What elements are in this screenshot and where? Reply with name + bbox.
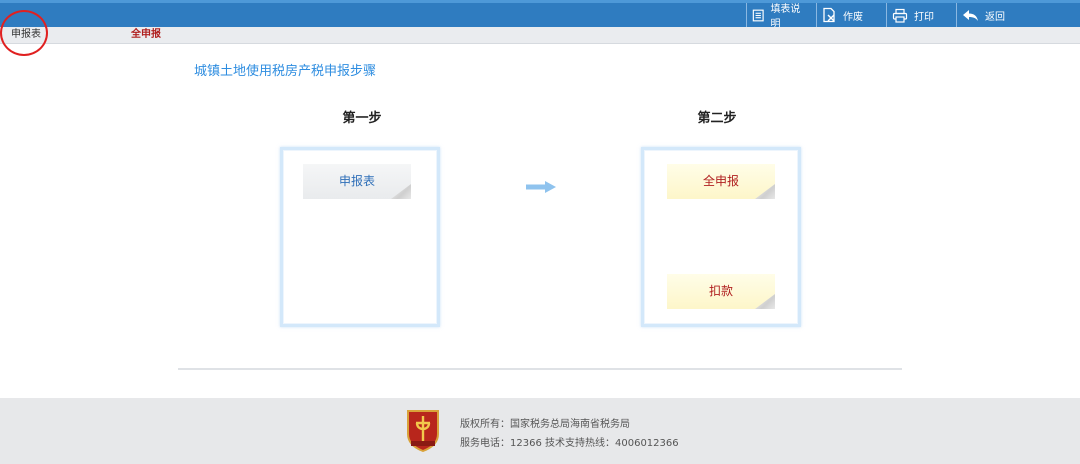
top-toolbar: 填表说明 作废 打印 返回	[0, 0, 1080, 30]
print-label: 打印	[914, 11, 934, 23]
back-label: 返回	[985, 11, 1005, 23]
step2-title: 第二步	[697, 111, 737, 126]
print-button[interactable]: 打印	[886, 3, 956, 27]
step1-title: 第一步	[342, 111, 382, 126]
back-button[interactable]: 返回	[956, 3, 1080, 27]
printer-icon	[892, 8, 908, 23]
right-arrow-icon	[526, 181, 556, 193]
page-title: 城镇土地使用税房产税申报步骤	[194, 64, 377, 79]
deduction-button[interactable]: 扣款	[667, 274, 775, 309]
footer	[0, 398, 1080, 464]
tab-strip: 申报表 全申报	[0, 27, 1080, 44]
tab-full-declaration[interactable]: 全申报	[131, 27, 161, 43]
void-label: 作废	[843, 11, 863, 23]
divider	[178, 368, 902, 370]
tax-emblem-icon	[407, 410, 439, 452]
footer-service-phone: 服务电话：12366 技术支持热线：4006012366	[460, 438, 679, 449]
declaration-form-button[interactable]: 申报表	[303, 164, 411, 199]
void-document-icon	[823, 7, 835, 23]
footer-copyright: 版权所有：国家税务总局海南省税务局	[460, 419, 630, 430]
back-arrow-icon	[963, 9, 978, 21]
guide-label: 填表说明	[770, 4, 801, 30]
tab-declaration-form[interactable]: 申报表	[11, 27, 41, 43]
toolbar-actions: 填表说明 作废 打印 返回	[746, 3, 1080, 30]
document-icon	[752, 9, 764, 21]
guide-button[interactable]: 填表说明	[746, 3, 816, 30]
full-declaration-button[interactable]: 全申报	[667, 164, 775, 199]
void-button[interactable]: 作废	[816, 3, 886, 27]
